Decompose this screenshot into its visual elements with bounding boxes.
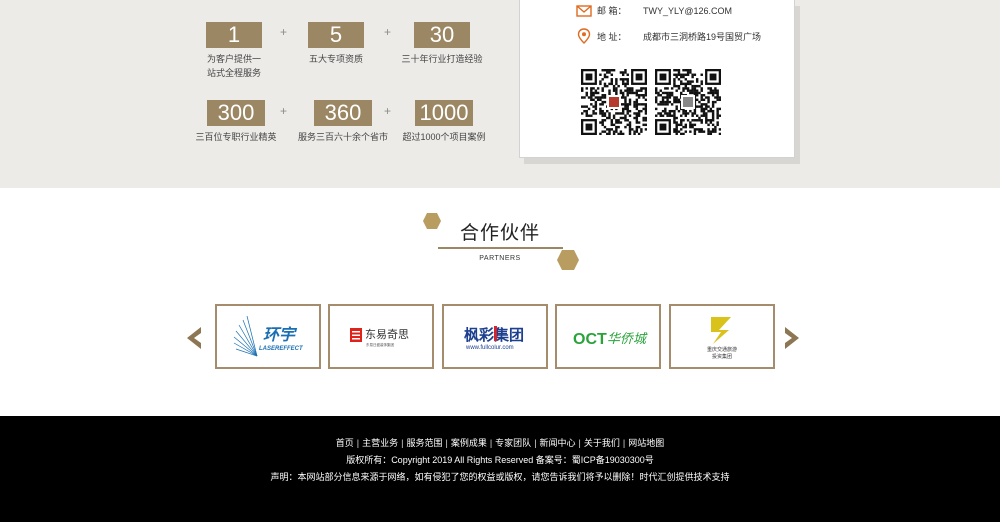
- stat-item: 1 为客户提供一 站式全程服务: [179, 22, 289, 80]
- footer-disclaimer: 声明：本网站部分信息来源于网络，如有侵犯了您的权益或版权，请您告诉我们将予以删除…: [270, 472, 730, 482]
- email-label: 邮 箱：: [597, 6, 627, 16]
- carousel-next-arrow-icon[interactable]: [781, 326, 803, 350]
- footer-separator: |: [578, 438, 581, 448]
- stat-caption: 超过1000个项目案例: [402, 132, 486, 142]
- stat-item: 300 三百位专职行业精英: [181, 100, 291, 144]
- footer-separator: |: [534, 438, 537, 448]
- email-row: 邮 箱： TWY_YLY@126.COM: [597, 4, 732, 18]
- dongyi-logo-icon: 东易奇思 东易日盛装饰集团: [350, 328, 409, 347]
- stat-item: 360 服务三百六十余个省市: [288, 100, 398, 144]
- partner-logo-fengcai[interactable]: 枫彩集团 www.fullcolur.com: [442, 304, 548, 369]
- footer-separator: |: [622, 438, 626, 448]
- oct-logo-icon: OCT 华侨城: [573, 331, 648, 348]
- stat-value: 360: [314, 100, 372, 126]
- footer-separator: |: [356, 438, 360, 448]
- svg-text:东易日盛装饰集团: 东易日盛装饰集团: [366, 342, 394, 347]
- qr-code-image: [581, 69, 647, 135]
- fengcai-logo-icon: 枫彩集团 www.fullcolur.com: [464, 326, 524, 351]
- stat-value: 5: [308, 22, 364, 48]
- section-title: 合作伙伴: [459, 223, 540, 244]
- address-value: 成都市三洞桥路19号国贸广场: [643, 32, 762, 42]
- stat-item: 1000 超过1000个项目案例: [389, 100, 499, 144]
- footer-link-services[interactable]: 服务范围: [406, 437, 442, 449]
- footer-link-business[interactable]: 主营业务: [362, 437, 398, 449]
- footer-separator: |: [489, 438, 493, 448]
- stat-caption: 为客户提供一 站式全程服务: [206, 54, 261, 78]
- stat-value: 300: [207, 100, 265, 126]
- footer-link-experts[interactable]: 专家团队: [495, 437, 531, 449]
- partners-title-block: 合作伙伴 PARTNERS: [420, 205, 580, 275]
- mail-icon: [576, 5, 592, 17]
- contact-card: 邮 箱： TWY_YLY@126.COM 地 址： 成都市三洞桥路19号国贸广场: [519, 0, 795, 158]
- footer-link-about[interactable]: 关于我们: [584, 437, 620, 449]
- footer-link-cases[interactable]: 案例成果: [451, 437, 487, 449]
- address-row: 地 址： 成都市三洞桥路19号国贸广场: [597, 30, 761, 44]
- stat-caption: 三百位专职行业精英: [195, 132, 277, 142]
- partner-logo-dongyi[interactable]: 东易奇思 东易日盛装饰集团: [328, 304, 434, 369]
- svg-text:重庆交通旅游: 重庆交通旅游: [707, 346, 737, 353]
- partner-logo-huanyu[interactable]: 环宇 LASEREFFECT: [215, 304, 321, 369]
- footer-link-news[interactable]: 新闻中心: [540, 437, 576, 449]
- footer-separator: |: [445, 438, 448, 448]
- location-pin-icon: [577, 28, 591, 44]
- stat-item: 5 五大专项资质: [281, 22, 391, 66]
- partner-logo-oct[interactable]: OCT 华侨城: [555, 304, 661, 369]
- section-subtitle: PARTNERS: [479, 255, 521, 262]
- svg-text:投资集团: 投资集团: [712, 353, 732, 360]
- footer-link-sitemap[interactable]: 网站地图: [628, 437, 664, 449]
- footer-separator: |: [401, 438, 404, 448]
- stat-caption: 服务三百六十余个省市: [297, 132, 388, 142]
- stat-value: 1: [206, 22, 262, 48]
- svg-text:LASEREFFECT: LASEREFFECT: [259, 346, 304, 352]
- huanyu-logo-icon: 环宇 LASEREFFECT: [233, 315, 304, 357]
- address-label: 地 址：: [597, 32, 627, 42]
- stats-contact-section: 1 为客户提供一 站式全程服务 + 5 五大专项资质 + 30 三十年行业打造经验…: [0, 0, 1000, 188]
- footer-nav: 首页 | 主营业务 | 服务范围 | 案例成果 | 专家团队 | 新闻中心 | 关于我们 | 网站地图: [0, 437, 1000, 449]
- email-value[interactable]: TWY_YLY@126.COM: [643, 6, 732, 16]
- svg-text:www.fullcolur.com: www.fullcolur.com: [465, 345, 514, 351]
- svg-text:环宇: 环宇: [263, 325, 298, 344]
- chongqing-logo-icon: 重庆交通旅游 投资集团: [707, 317, 737, 360]
- qr-code-image: [655, 69, 721, 135]
- svg-text:华侨城: 华侨城: [607, 332, 648, 347]
- site-footer: 首页 | 主营业务 | 服务范围 | 案例成果 | 专家团队 | 新闻中心 | 关于我们 | 网站地图 版权…: [0, 416, 1000, 522]
- carousel-prev-arrow-icon[interactable]: [183, 326, 205, 350]
- stat-value: 30: [414, 22, 470, 48]
- stat-caption: 三十年行业打造经验: [401, 54, 483, 64]
- plus-sign: +: [280, 104, 288, 118]
- stat-value: 1000: [415, 100, 473, 126]
- stat-item: 30 三十年行业打造经验: [387, 22, 497, 66]
- footer-copyright: 版权所有：Copyright 2019 All Rights Reserved …: [346, 455, 654, 465]
- svg-text:东易奇思: 东易奇思: [365, 328, 409, 341]
- partner-logo-chongqing[interactable]: 重庆交通旅游 投资集团: [669, 304, 775, 369]
- footer-link-home[interactable]: 首页: [336, 437, 354, 449]
- title-underline: [438, 247, 563, 249]
- stat-caption: 五大专项资质: [308, 54, 363, 64]
- svg-text:OCT: OCT: [573, 331, 607, 348]
